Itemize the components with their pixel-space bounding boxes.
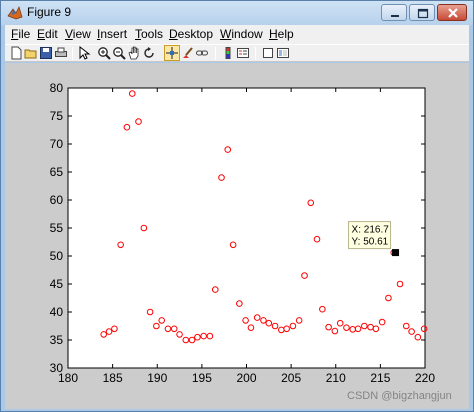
menu-tools[interactable]: Tools [135, 27, 163, 41]
figure-canvas: 180 185 190 195 200 205 210 215 220 30 35 40 45 50 55 6… [5, 63, 469, 409]
y-tick-label: 70 [50, 137, 64, 151]
matlab-icon [7, 5, 23, 21]
minimize-button[interactable] [381, 4, 407, 21]
menu-bar: File Edit View Insert Tools Desktop Wind… [5, 25, 469, 44]
x-tick-label: 195 [192, 371, 212, 385]
y-tick-label: 35 [50, 333, 64, 347]
x-tick-label: 215 [370, 371, 390, 385]
minimize-icon [391, 15, 399, 17]
scatter-plot[interactable]: 180 185 190 195 200 205 210 215 2203035404550556… [5, 63, 469, 409]
x-tick-label: 200 [236, 371, 256, 385]
window-title: Figure 9 [27, 5, 72, 19]
colorbar-icon[interactable] [221, 46, 235, 60]
maximize-icon [417, 8, 429, 19]
toolbar-separator [215, 47, 216, 60]
menu-desktop[interactable]: Desktop [169, 27, 213, 41]
title-bar[interactable]: Figure 9 [1, 1, 473, 25]
menu-view[interactable]: View [65, 27, 91, 41]
brush-icon[interactable] [180, 46, 194, 60]
y-tick-label: 75 [50, 109, 64, 123]
y-tick-label: 40 [50, 305, 64, 319]
y-tick-label: 45 [50, 277, 64, 291]
toolbar-separator [255, 47, 256, 60]
datatip-x-label: X: 216.7 [352, 225, 390, 236]
x-tick-label: 190 [147, 371, 167, 385]
zoom-in-icon[interactable] [97, 46, 111, 60]
figure-toolbar [5, 44, 469, 62]
watermark: CSDN @bigzhangjun [347, 390, 452, 402]
figure-window: Figure 9 File Edit View Insert Tools Des… [0, 0, 474, 412]
datatip-y-label: Y: 50.61 [352, 237, 389, 248]
link-plot-icon[interactable] [195, 46, 209, 60]
show-plot-tools-icon[interactable] [276, 46, 290, 60]
x-tick-label: 220 [415, 371, 435, 385]
x-tick-label: 185 [103, 371, 123, 385]
datatip-marker[interactable] [392, 249, 400, 257]
save-icon[interactable] [39, 46, 53, 60]
menu-insert[interactable]: Insert [97, 27, 127, 41]
toolbar-separator [72, 47, 73, 60]
edit-plot-icon[interactable] [77, 46, 91, 60]
close-button[interactable] [437, 4, 467, 21]
menu-window[interactable]: Window [220, 27, 263, 41]
y-tick-label: 50 [50, 249, 64, 263]
maximize-button[interactable] [409, 4, 435, 21]
hide-plot-tools-icon[interactable] [261, 46, 275, 60]
rotate-3d-icon[interactable] [142, 46, 156, 60]
open-file-icon[interactable] [24, 46, 38, 60]
legend-icon[interactable] [236, 46, 250, 60]
menu-file[interactable]: File [11, 27, 30, 41]
y-tick-label: 60 [50, 193, 64, 207]
x-tick-label: 210 [326, 371, 346, 385]
y-tick-label: 65 [50, 165, 64, 179]
pan-icon[interactable] [127, 46, 141, 60]
new-figure-icon[interactable] [9, 46, 23, 60]
menu-help[interactable]: Help [269, 27, 294, 41]
data-cursor-icon[interactable] [164, 45, 180, 61]
y-tick-label: 55 [50, 221, 64, 235]
y-tick-label: 30 [50, 361, 64, 375]
y-tick-label: 80 [50, 81, 64, 95]
menu-edit[interactable]: Edit [37, 27, 58, 41]
zoom-out-icon[interactable] [112, 46, 126, 60]
x-tick-label: 205 [281, 371, 301, 385]
close-icon [448, 8, 458, 18]
print-icon[interactable] [54, 46, 68, 60]
